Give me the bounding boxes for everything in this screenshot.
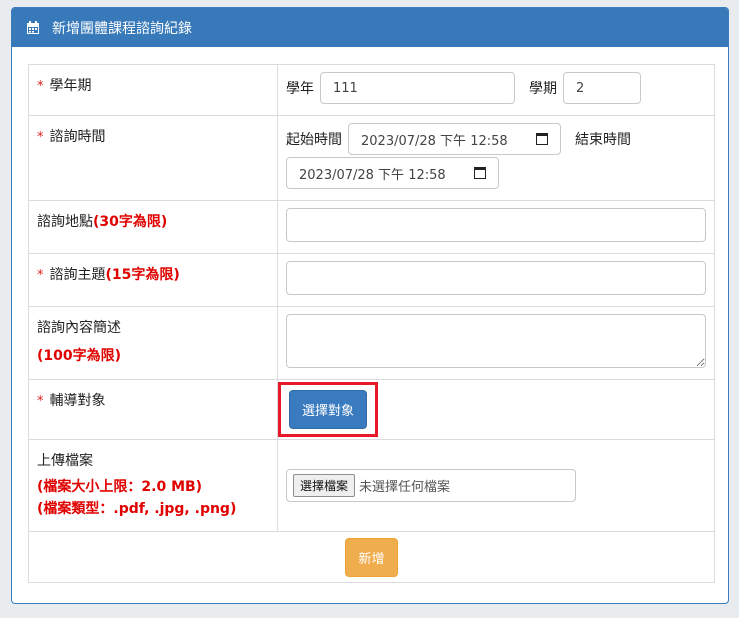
row-topic: * 諮詢主題(15字為限) (28, 253, 715, 307)
target-label-cell: * 輔導對象 (28, 379, 278, 440)
semester-field-cell: 學年 111 學期 2 (277, 64, 715, 116)
row-time: * 諮詢時間 起始時間 2023/07/28 下午 12:58 結束時間 2023… (28, 115, 715, 201)
upload-label: 上傳檔案 (37, 453, 93, 469)
location-label: 諮詢地點 (37, 214, 93, 230)
row-target: * 輔導對象 選擇對象 (28, 379, 715, 440)
upload-size-limit: (檔案大小上限：2.0 MB) (37, 479, 203, 495)
year-input[interactable]: 111 (320, 72, 515, 104)
required-mark: * (37, 79, 44, 94)
add-button[interactable]: 新增 (345, 537, 398, 577)
calendar-icon (26, 20, 40, 35)
end-time-value: 2023/07/28 下午 12:58 (299, 167, 446, 183)
upload-field-cell: 選擇檔案 未選擇任何檔案 (277, 439, 715, 532)
content-label: 諮詢內容簡述 (37, 320, 121, 336)
content-field-cell (277, 306, 715, 380)
location-label-cell: 諮詢地點(30字為限) (28, 200, 278, 254)
content-limit: (100字為限) (37, 348, 122, 364)
content-textarea[interactable] (286, 314, 706, 368)
location-input[interactable] (286, 208, 706, 242)
content-label-cell: 諮詢內容簡述 (100字為限) (28, 306, 278, 380)
highlight-box: 選擇對象 (278, 382, 379, 437)
end-time-input[interactable]: 2023/07/28 下午 12:58 (286, 157, 499, 189)
row-submit: 新增 (28, 531, 715, 583)
target-field-cell: 選擇對象 (277, 379, 715, 440)
time-label: 諮詢時間 (49, 129, 106, 145)
time-field-cell: 起始時間 2023/07/28 下午 12:58 結束時間 2023/07/28… (277, 115, 715, 201)
choose-file-button[interactable]: 選擇檔案 (293, 474, 356, 497)
topic-label-cell: * 諮詢主題(15字為限) (28, 253, 278, 307)
topic-input[interactable] (286, 261, 706, 295)
start-time-value: 2023/07/28 下午 12:58 (361, 133, 508, 149)
topic-limit: (15字為限) (105, 267, 180, 283)
file-input[interactable]: 選擇檔案 未選擇任何檔案 (286, 469, 576, 502)
row-upload: 上傳檔案 (檔案大小上限：2.0 MB) (檔案類型：.pdf, .jpg, .… (28, 439, 715, 532)
upload-label-cell: 上傳檔案 (檔案大小上限：2.0 MB) (檔案類型：.pdf, .jpg, .… (28, 439, 278, 532)
form-table: * 學年期 學年 111 學期 2 * 諮詢時間 起始時間 2023/07/28 下 (28, 64, 715, 583)
upload-file-types: (檔案類型：.pdf, .jpg, .png) (37, 501, 237, 517)
semester-label-cell: * 學年期 (28, 64, 278, 116)
year-label: 學年 (286, 81, 314, 97)
location-field-cell (277, 200, 715, 254)
required-mark: * (37, 130, 44, 145)
calendar-picker-icon[interactable] (536, 133, 548, 145)
end-time-label: 結束時間 (575, 132, 631, 148)
submit-cell: 新增 (28, 531, 715, 583)
required-mark: * (37, 268, 44, 283)
form-panel: 新增團體課程諮詢紀錄 * 學年期 學年 111 學期 2 * 諮詢時間 起始時間… (11, 7, 729, 604)
no-file-text: 未選擇任何檔案 (359, 480, 451, 495)
row-content: 諮詢內容簡述 (100字為限) (28, 306, 715, 380)
start-time-input[interactable]: 2023/07/28 下午 12:58 (348, 123, 561, 155)
row-semester: * 學年期 學年 111 學期 2 (28, 64, 715, 116)
panel-header: 新增團體課程諮詢紀錄 (12, 8, 728, 47)
panel-title: 新增團體課程諮詢紀錄 (52, 20, 192, 37)
time-label-cell: * 諮詢時間 (28, 115, 278, 201)
start-time-label: 起始時間 (286, 132, 342, 148)
calendar-picker-icon[interactable] (474, 167, 486, 179)
row-location: 諮詢地點(30字為限) (28, 200, 715, 254)
select-target-button[interactable]: 選擇對象 (289, 390, 368, 429)
term-label: 學期 (529, 81, 557, 97)
topic-label: 諮詢主題 (49, 267, 106, 283)
location-limit: (30字為限) (93, 214, 168, 230)
semester-label: 學年期 (49, 78, 92, 94)
target-label: 輔導對象 (49, 393, 106, 409)
term-input[interactable]: 2 (563, 72, 641, 104)
topic-field-cell (277, 253, 715, 307)
required-mark: * (37, 394, 44, 409)
